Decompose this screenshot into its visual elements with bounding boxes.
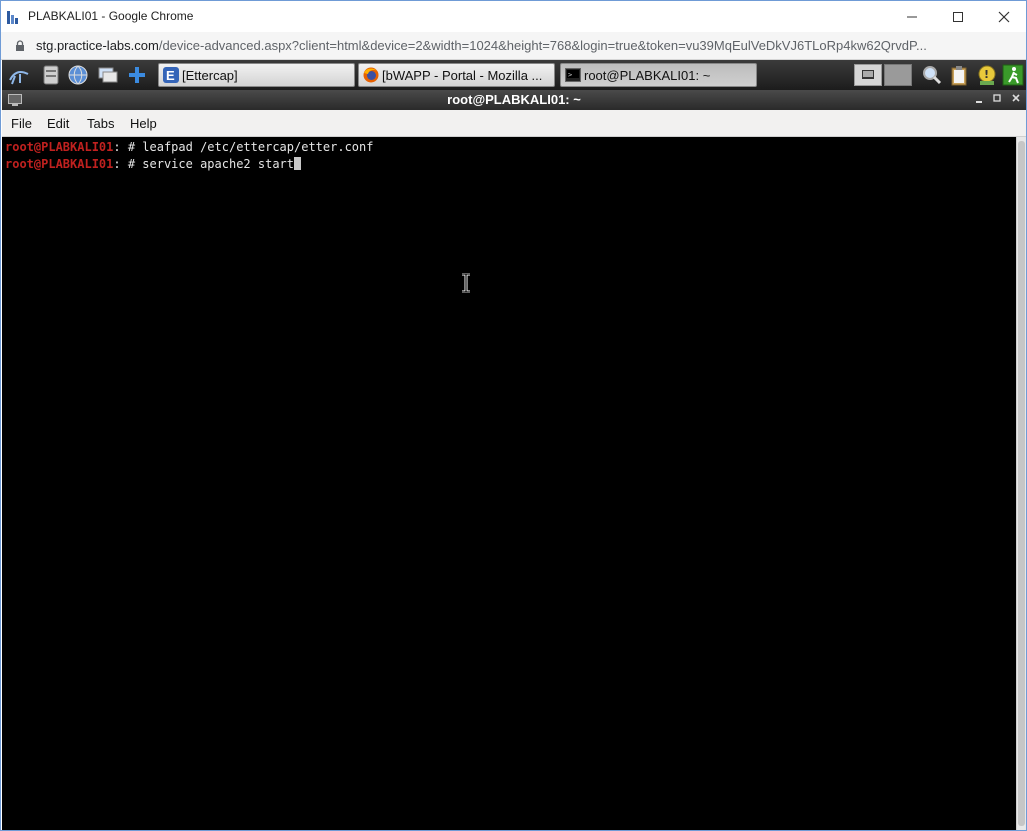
browser-window-title: PLABKALI01 - Google Chrome: [28, 9, 194, 23]
terminal-menubar: File Edit Tabs Help: [2, 110, 1026, 137]
ettercap-icon: E: [163, 67, 179, 83]
terminal-maximize-button[interactable]: [990, 92, 1004, 109]
command-text: : # service apache2 start: [113, 157, 294, 171]
file-manager-icon[interactable]: [40, 64, 62, 86]
taskbar-label: root@PLABKALI01: ~: [584, 67, 711, 83]
browser-window: PLABKALI01 - Google Chrome stg.practice-…: [0, 0, 1027, 831]
browser-titlebar: PLABKALI01 - Google Chrome: [1, 1, 1026, 32]
ibeam-cursor-icon: [462, 273, 470, 293]
command-text: : # leafpad /etc/ettercap/etter.conf: [113, 140, 374, 154]
search-icon[interactable]: [921, 64, 943, 86]
close-icon: [998, 11, 1010, 22]
kali-menu-icon[interactable]: [8, 64, 30, 86]
menu-help[interactable]: Help: [130, 116, 157, 131]
menu-edit[interactable]: Edit: [47, 116, 69, 131]
terminal-line: root@PLABKALI01: # leafpad /etc/ettercap…: [5, 139, 1016, 156]
show-desktop-icon[interactable]: [97, 64, 119, 86]
terminal-icon: >: [565, 68, 581, 82]
minimize-button[interactable]: [889, 1, 935, 32]
terminal-minimize-button[interactable]: [972, 92, 986, 109]
taskbar-button-ettercap[interactable]: E [Ettercap]: [158, 63, 355, 87]
workspace-1[interactable]: [854, 64, 882, 86]
firefox-icon: [363, 67, 379, 83]
taskbar-label: [bWAPP - Portal - Mozilla ...: [382, 67, 543, 83]
menu-tabs[interactable]: Tabs: [87, 116, 114, 131]
minimize-icon: [976, 101, 982, 103]
kali-panel: E [Ettercap] [bWAPP - Portal - Mozilla .…: [2, 60, 1026, 90]
workspace-2[interactable]: [884, 64, 912, 86]
terminal-window-title: root@PLABKALI01: ~: [447, 92, 581, 107]
url-text[interactable]: stg.practice-labs.com/device-advanced.as…: [36, 38, 1011, 53]
url-path: /device-advanced.aspx?client=html&device…: [158, 38, 927, 53]
workspace-window-icon: [862, 70, 874, 79]
taskbar-button-firefox[interactable]: [bWAPP - Portal - Mozilla ...: [358, 63, 555, 87]
maximize-button[interactable]: [935, 1, 981, 32]
url-host: stg.practice-labs.com: [36, 38, 159, 53]
minimize-icon: [907, 16, 917, 17]
maximize-icon: [993, 94, 1001, 102]
svg-text:!: !: [984, 68, 989, 81]
maximize-icon: [953, 11, 963, 22]
prompt-user: root@PLABKALI01: [5, 140, 114, 154]
close-button[interactable]: [981, 1, 1027, 32]
text-cursor: [294, 157, 301, 170]
terminal-output[interactable]: root@PLABKALI01: # leafpad /etc/ettercap…: [2, 137, 1016, 830]
web-browser-icon[interactable]: [67, 64, 89, 86]
menu-file[interactable]: File: [11, 116, 32, 131]
terminal-line: root@PLABKALI01: # service apache2 start: [5, 156, 1016, 173]
address-bar[interactable]: stg.practice-labs.com/device-advanced.as…: [1, 32, 1026, 60]
scrollbar-thumb[interactable]: [1018, 141, 1025, 826]
add-launcher-icon[interactable]: [126, 64, 148, 86]
taskbar-label: [Ettercap]: [182, 67, 238, 83]
terminal-scrollbar[interactable]: [1016, 137, 1026, 830]
terminal-close-button[interactable]: [1009, 92, 1023, 109]
clipboard-icon[interactable]: [948, 64, 970, 86]
practice-labs-icon: [7, 11, 18, 24]
svg-text:>: >: [568, 71, 572, 79]
lock-icon: [16, 40, 24, 51]
terminal-titlebar: root@PLABKALI01: ~: [2, 90, 1026, 110]
logout-icon[interactable]: [1002, 64, 1024, 86]
svg-text:E: E: [166, 68, 175, 83]
taskbar-button-terminal[interactable]: > root@PLABKALI01: ~: [560, 63, 757, 87]
prompt-user: root@PLABKALI01: [5, 157, 114, 171]
update-notifier-icon[interactable]: !: [975, 64, 999, 86]
close-icon: [1012, 94, 1020, 102]
